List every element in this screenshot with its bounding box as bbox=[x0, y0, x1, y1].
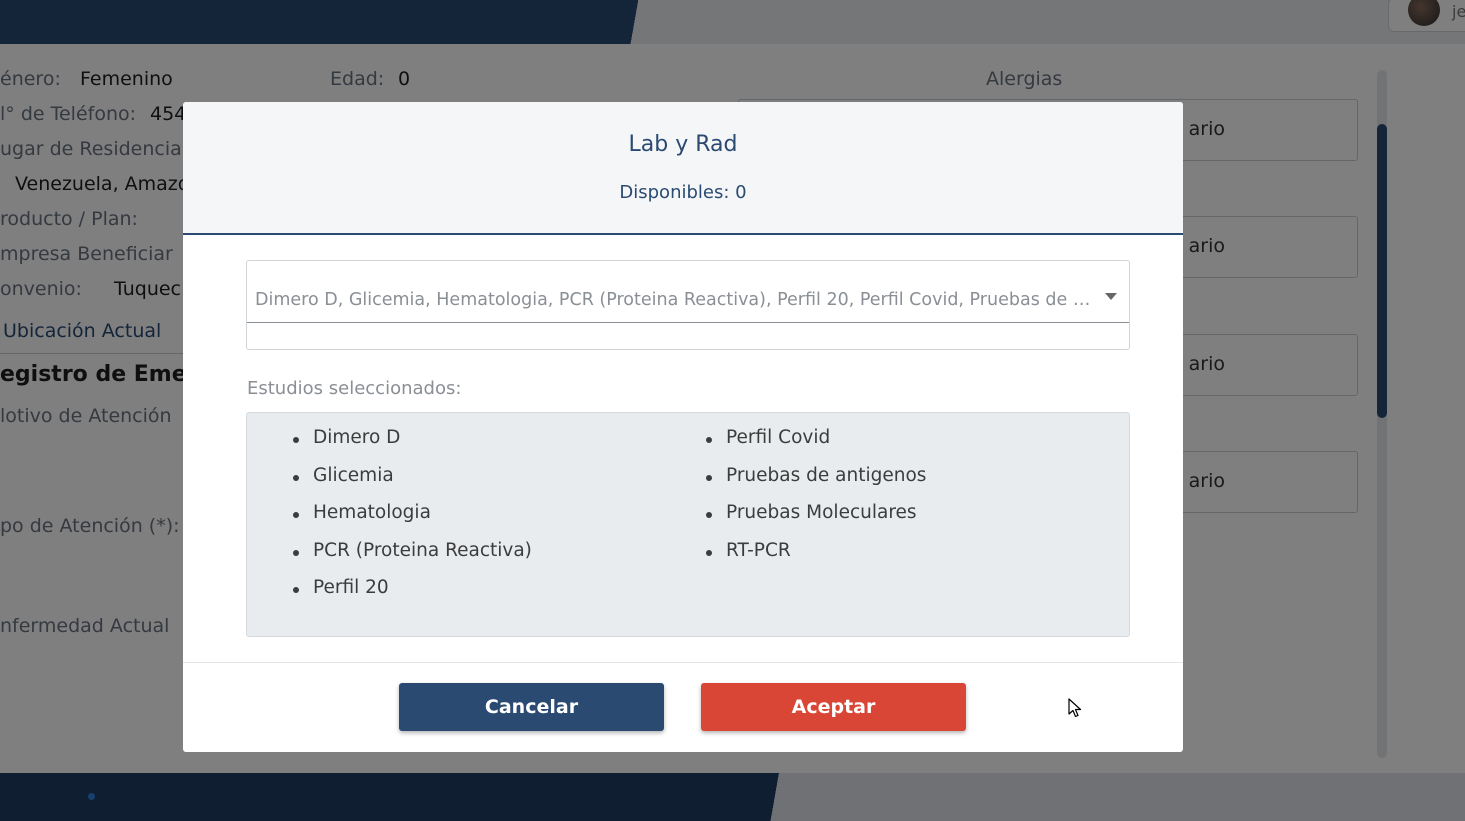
bullet-icon bbox=[293, 512, 299, 518]
studies-select-value[interactable]: Dimero D, Glicemia, Hematologia, PCR (Pr… bbox=[255, 290, 1095, 310]
available-count: Disponibles: 0 bbox=[619, 182, 747, 203]
list-item: Pruebas de antigenos bbox=[704, 465, 926, 503]
bullet-icon bbox=[706, 437, 712, 443]
bullet-icon bbox=[293, 437, 299, 443]
list-item: PCR (Proteina Reactiva) bbox=[291, 540, 532, 578]
list-item: Glicemia bbox=[291, 465, 532, 503]
studies-column-left: Dimero D Glicemia Hematologia PCR (Prote… bbox=[291, 427, 532, 615]
list-item: Pruebas Moleculares bbox=[704, 502, 926, 540]
mouse-cursor-icon bbox=[1068, 698, 1082, 718]
cancel-button[interactable]: Cancelar bbox=[399, 683, 664, 731]
selected-studies-label: Estudios seleccionados: bbox=[247, 378, 462, 399]
studies-select[interactable]: Dimero D, Glicemia, Hematologia, PCR (Pr… bbox=[246, 260, 1130, 350]
bullet-icon bbox=[293, 474, 299, 481]
list-item: Perfil Covid bbox=[704, 427, 926, 465]
footer-divider bbox=[183, 662, 1183, 663]
bullet-icon bbox=[706, 474, 712, 481]
lab-rad-dialog: Lab y Rad Disponibles: 0 Dimero D, Glice… bbox=[183, 102, 1183, 752]
accept-button[interactable]: Aceptar bbox=[701, 683, 966, 731]
dialog-title: Lab y Rad bbox=[628, 132, 738, 157]
bullet-icon bbox=[706, 549, 712, 556]
chevron-down-icon[interactable] bbox=[1105, 293, 1117, 300]
bullet-icon bbox=[293, 587, 299, 593]
select-underline bbox=[247, 322, 1129, 323]
bullet-icon bbox=[706, 512, 712, 518]
bullet-icon bbox=[293, 549, 299, 556]
list-item: Dimero D bbox=[291, 427, 532, 465]
studies-column-right: Perfil Covid Pruebas de antigenos Prueba… bbox=[704, 427, 926, 577]
selected-studies-list: Dimero D Glicemia Hematologia PCR (Prote… bbox=[246, 412, 1130, 637]
list-item: Perfil 20 bbox=[291, 577, 532, 615]
list-item: Hematologia bbox=[291, 502, 532, 540]
list-item: RT-PCR bbox=[704, 540, 926, 578]
dialog-header: Lab y Rad Disponibles: 0 bbox=[183, 102, 1183, 235]
